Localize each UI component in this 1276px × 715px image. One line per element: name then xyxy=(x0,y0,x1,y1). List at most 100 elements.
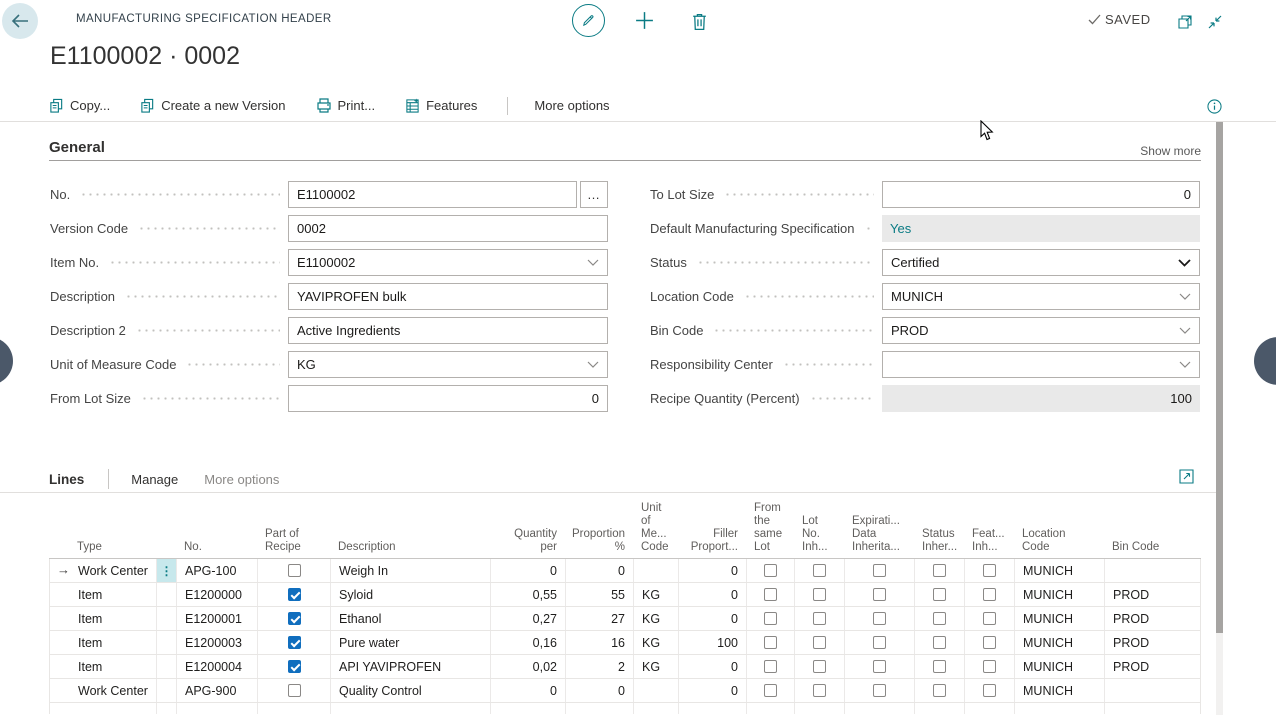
responsibility-center-dropdown[interactable] xyxy=(882,351,1200,378)
description-input[interactable]: YAVIPROFEN bulk xyxy=(288,283,608,310)
row-menu-button[interactable] xyxy=(157,583,177,606)
from-same-lot-checkbox[interactable] xyxy=(764,636,777,649)
print-button[interactable]: Print... xyxy=(316,98,376,113)
cell-description[interactable]: API YAVIPROFEN xyxy=(331,655,491,678)
cell-bin-code[interactable] xyxy=(1105,679,1202,702)
cell-type[interactable]: Item xyxy=(50,655,157,678)
cell-quantity-per[interactable]: 0,55 xyxy=(491,583,566,606)
edge-nav-circle-left[interactable] xyxy=(0,337,13,385)
expiration-data-inherit-checkbox[interactable] xyxy=(873,684,886,697)
status-inherit-checkbox[interactable] xyxy=(933,588,946,601)
cell-quantity-per[interactable]: 0 xyxy=(491,679,566,702)
lot-no-inherit-checkbox[interactable] xyxy=(813,660,826,673)
cell-type[interactable]: Item xyxy=(50,607,157,630)
cell-no[interactable]: APG-900 xyxy=(177,679,258,702)
from-lot-size-input[interactable]: 0 xyxy=(288,385,608,412)
copy-button[interactable]: Copy... xyxy=(49,98,110,113)
cell-description[interactable]: Weigh In xyxy=(331,559,491,582)
part-of-recipe-checkbox[interactable] xyxy=(288,660,301,673)
more-options-button[interactable]: More options xyxy=(534,98,609,113)
column-header-type[interactable]: Type xyxy=(49,541,156,558)
part-of-recipe-checkbox[interactable] xyxy=(288,612,301,625)
cell-location-code[interactable]: MUNICH xyxy=(1015,655,1105,678)
status-select[interactable]: Certified xyxy=(882,249,1200,276)
back-button[interactable] xyxy=(2,3,38,39)
lines-more-options-button[interactable]: More options xyxy=(204,472,279,487)
column-header-uom-code[interactable]: Unit of Me... Code xyxy=(633,502,678,558)
feature-inherit-checkbox[interactable] xyxy=(983,588,996,601)
from-same-lot-checkbox[interactable] xyxy=(764,612,777,625)
cell-proportion[interactable]: 55 xyxy=(566,583,634,606)
column-header-from-same-lot[interactable]: From the same Lot xyxy=(746,502,794,558)
part-of-recipe-checkbox[interactable] xyxy=(288,636,301,649)
info-button[interactable] xyxy=(1205,97,1223,115)
lot-no-inherit-checkbox[interactable] xyxy=(813,636,826,649)
column-header-status-inherit[interactable]: Status Inher... xyxy=(914,528,964,558)
vertical-scrollbar-track[interactable] xyxy=(1216,122,1223,715)
bin-code-dropdown[interactable]: PROD xyxy=(882,317,1200,344)
expiration-data-inherit-checkbox[interactable] xyxy=(873,636,886,649)
part-of-recipe-checkbox[interactable] xyxy=(288,684,301,697)
column-header-bin-code[interactable]: Bin Code xyxy=(1104,541,1201,558)
cell-description[interactable]: Pure water xyxy=(331,631,491,654)
default-manufacturing-specification-value[interactable]: Yes xyxy=(890,221,911,236)
row-menu-button[interactable] xyxy=(157,679,177,702)
cell-type[interactable]: →Work Center xyxy=(50,559,157,582)
column-header-part-of-recipe[interactable]: Part of Recipe xyxy=(257,528,330,558)
collapse-window-button[interactable] xyxy=(1205,12,1225,32)
column-header-filler-proportion[interactable]: Filler Proport... xyxy=(678,528,746,558)
cell-no[interactable]: APG-100 xyxy=(177,559,258,582)
cell-uom-code[interactable] xyxy=(634,679,679,702)
from-same-lot-checkbox[interactable] xyxy=(764,660,777,673)
tab-lines[interactable]: Lines xyxy=(49,472,84,487)
cell-quantity-per[interactable]: 0 xyxy=(491,559,566,582)
part-of-recipe-checkbox[interactable] xyxy=(288,564,301,577)
expand-lines-button[interactable] xyxy=(1178,468,1195,485)
create-version-button[interactable]: Create a new Version xyxy=(140,98,285,113)
from-same-lot-checkbox[interactable] xyxy=(764,684,777,697)
cell-description[interactable]: Quality Control xyxy=(331,679,491,702)
cell-type[interactable]: Item xyxy=(50,631,157,654)
description-2-input[interactable]: Active Ingredients xyxy=(288,317,608,344)
column-header-feature-inherit[interactable]: Feat... Inh... xyxy=(964,528,1014,558)
no-input[interactable]: E1100002 xyxy=(288,181,577,208)
cell-proportion[interactable]: 0 xyxy=(566,559,634,582)
cell-location-code[interactable]: MUNICH xyxy=(1015,583,1105,606)
column-header-description[interactable]: Description xyxy=(330,541,490,558)
column-header-lot-no-inherit[interactable]: Lot No. Inh... xyxy=(794,515,844,558)
cell-type[interactable]: Work Center xyxy=(50,679,157,702)
cell-uom-code[interactable]: KG xyxy=(634,655,679,678)
unit-of-measure-dropdown[interactable]: KG xyxy=(288,351,608,378)
expiration-data-inherit-checkbox[interactable] xyxy=(873,660,886,673)
cell-quantity-per[interactable]: 0,02 xyxy=(491,655,566,678)
lot-no-inherit-checkbox[interactable] xyxy=(813,564,826,577)
lot-no-inherit-checkbox[interactable] xyxy=(813,684,826,697)
no-assist-edit-button[interactable]: … xyxy=(580,181,608,208)
edge-nav-circle-right[interactable] xyxy=(1254,337,1276,385)
expiration-data-inherit-checkbox[interactable] xyxy=(873,588,886,601)
row-menu-button[interactable] xyxy=(157,631,177,654)
cell-bin-code[interactable]: PROD xyxy=(1105,655,1202,678)
status-inherit-checkbox[interactable] xyxy=(933,612,946,625)
show-more-link[interactable]: Show more xyxy=(1140,144,1201,158)
cell-no[interactable]: E1200001 xyxy=(177,607,258,630)
cell-uom-code[interactable] xyxy=(634,559,679,582)
cell-filler-proportion[interactable]: 0 xyxy=(679,559,747,582)
version-code-input[interactable]: 0002 xyxy=(288,215,608,242)
cell-bin-code[interactable]: PROD xyxy=(1105,607,1202,630)
cell-quantity-per[interactable]: 0,16 xyxy=(491,631,566,654)
vertical-scrollbar-thumb[interactable] xyxy=(1216,122,1223,633)
cell-location-code[interactable]: MUNICH xyxy=(1015,607,1105,630)
cell-uom-code[interactable]: KG xyxy=(634,607,679,630)
status-inherit-checkbox[interactable] xyxy=(933,636,946,649)
cell-bin-code[interactable]: PROD xyxy=(1105,583,1202,606)
popout-window-button[interactable] xyxy=(1175,12,1195,32)
feature-inherit-checkbox[interactable] xyxy=(983,660,996,673)
cell-no[interactable]: E1200000 xyxy=(177,583,258,606)
status-inherit-checkbox[interactable] xyxy=(933,564,946,577)
expiration-data-inherit-checkbox[interactable] xyxy=(873,612,886,625)
column-header-proportion[interactable]: Proportion % xyxy=(565,528,633,558)
cell-location-code[interactable]: MUNICH xyxy=(1015,559,1105,582)
feature-inherit-checkbox[interactable] xyxy=(983,636,996,649)
status-inherit-checkbox[interactable] xyxy=(933,684,946,697)
